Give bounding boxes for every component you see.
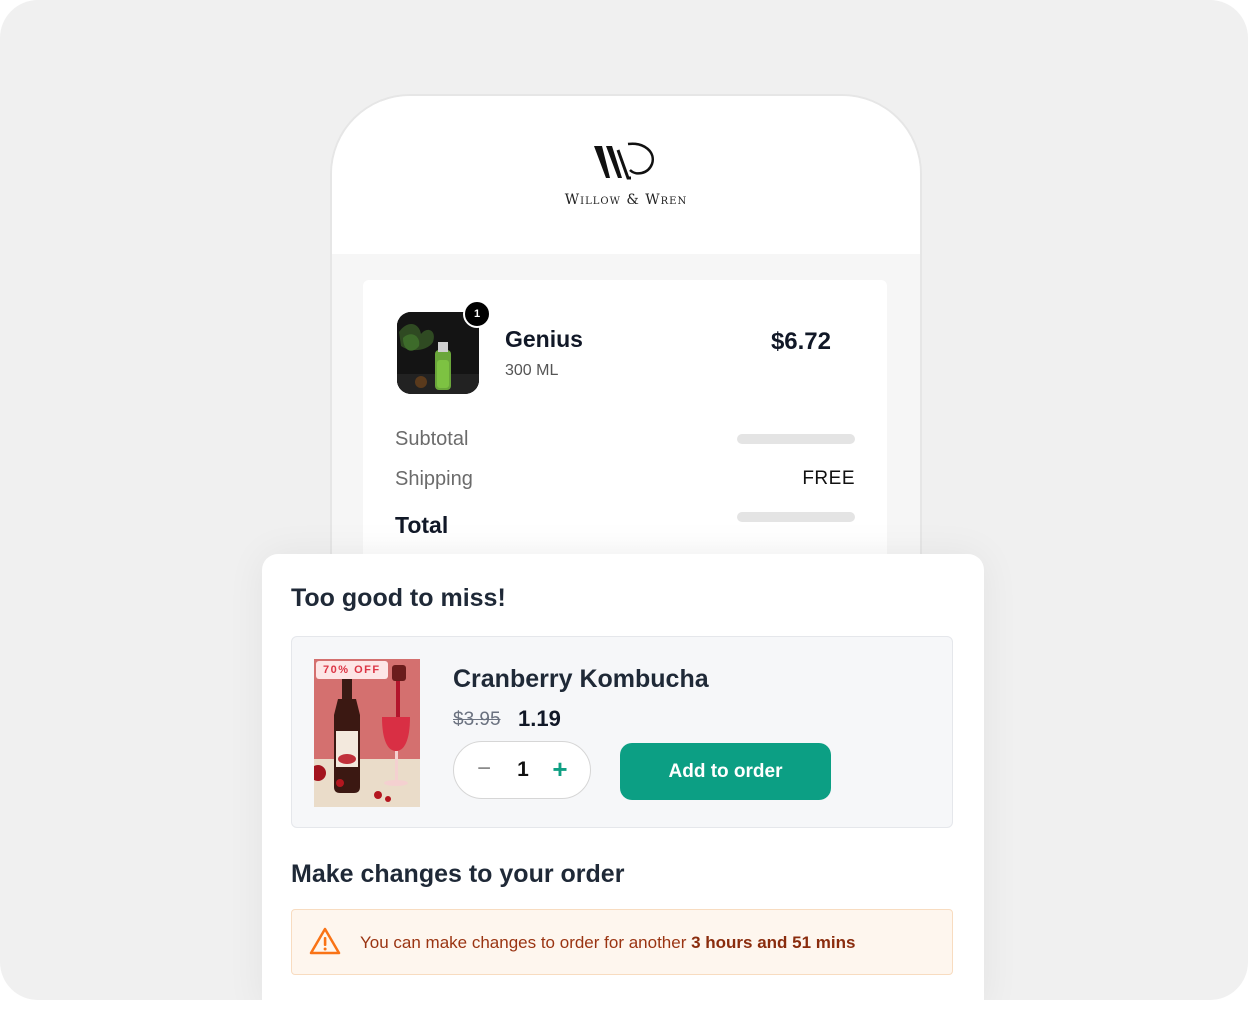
- shipping-label: Shipping: [395, 468, 473, 490]
- shipping-value: FREE: [802, 468, 855, 489]
- product-price: $6.72: [770, 328, 831, 355]
- product-name: Genius: [505, 326, 583, 352]
- product-volume: 300 ML: [505, 362, 559, 379]
- discount-badge: 70% OFF: [316, 661, 388, 679]
- kombucha-bottle-image: [314, 659, 420, 807]
- changes-title: Make changes to your order: [291, 860, 625, 888]
- add-to-order-button[interactable]: Add to order: [620, 743, 831, 800]
- original-price: $3.95: [453, 709, 501, 730]
- phone-frame: Willow & Wren 1 Genius 300 ML $6.72 Subt…: [330, 94, 922, 616]
- upsell-offer-card: 70% OFF Cranberry Kombucha $3.95 1.19 − …: [291, 636, 953, 828]
- upsell-title: Too good to miss!: [291, 584, 506, 612]
- kombucha-image: 70% OFF: [314, 659, 420, 807]
- store-header: Willow & Wren: [332, 96, 920, 254]
- notice-prefix: You can make changes to order for anothe…: [360, 933, 692, 952]
- upsell-product-name: Cranberry Kombucha: [453, 665, 709, 693]
- brand-logo-icon: [594, 142, 655, 180]
- brand-name: Willow & Wren: [564, 192, 688, 208]
- subtotal-label: Subtotal: [395, 428, 469, 450]
- bottom-sheet: Too good to miss! 70% OFF Cranberry Komb…: [262, 554, 984, 1000]
- decrease-quantity-button[interactable]: −: [472, 757, 496, 781]
- quantity-stepper: − 1 +: [453, 741, 591, 799]
- change-deadline-notice: You can make changes to order for anothe…: [291, 909, 953, 975]
- quantity-value: 1: [517, 758, 529, 781]
- increase-quantity-button[interactable]: +: [548, 756, 572, 782]
- notice-text: You can make changes to order for anothe…: [360, 933, 855, 953]
- subtotal-value-placeholder: [737, 434, 855, 444]
- quantity-badge: 1: [463, 300, 491, 328]
- total-label: Total: [395, 512, 449, 538]
- background-canvas: Willow & Wren 1 Genius 300 ML $6.72 Subt…: [0, 0, 1248, 1000]
- warning-triangle-icon: [309, 927, 341, 955]
- sale-price: 1.19: [518, 706, 561, 731]
- notice-time: 3 hours and 51 mins: [691, 933, 856, 952]
- total-value-placeholder: [737, 512, 855, 522]
